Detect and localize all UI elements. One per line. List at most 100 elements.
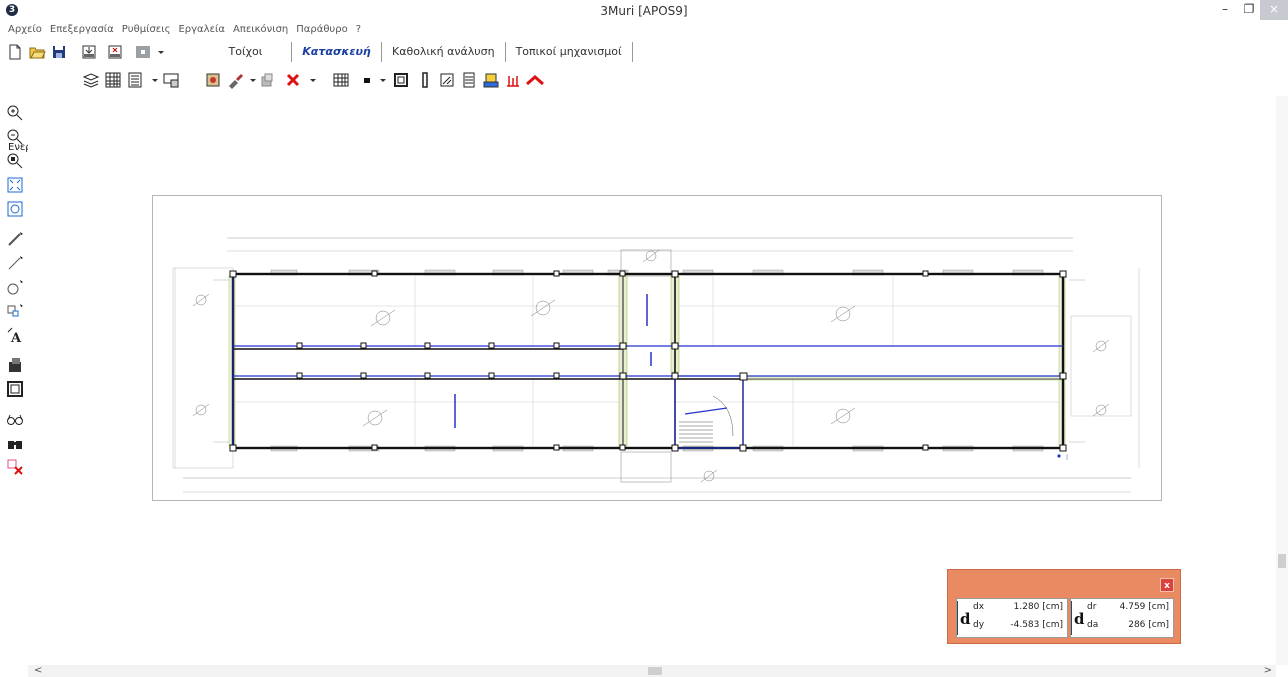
minimize-button[interactable]: –: [1212, 0, 1238, 20]
coordinate-readout-panel: x d dx 1.280 [cm] dy -4.583 [cm] d dr 4.…: [947, 569, 1181, 644]
delta-polar-box: d dr 4.759 [cm] da 286 [cm]: [1070, 598, 1174, 638]
zoom-refresh-icon[interactable]: [6, 200, 24, 218]
fill-icon[interactable]: [6, 356, 24, 374]
copy-icon[interactable]: [258, 71, 276, 89]
chevron-down-icon[interactable]: [152, 43, 164, 61]
menu-tools[interactable]: Εργαλεία: [174, 22, 228, 38]
tab-construction[interactable]: Κατασκευή: [292, 42, 382, 62]
outer-walls: [231, 272, 1065, 450]
menu-bar: Αρχείο Επεξεργασία Ρυθμίσεις Εργαλεία Απ…: [0, 22, 365, 38]
scroll-left-button[interactable]: <: [34, 665, 42, 676]
wall-nodes: [229, 270, 1067, 452]
brush-icon[interactable]: [226, 71, 244, 89]
binoculars-icon[interactable]: [6, 434, 24, 452]
window-title: 3Muri [APOS9]: [600, 4, 688, 18]
draw-line-icon[interactable]: [6, 230, 24, 248]
svg-text:A: A: [10, 331, 22, 344]
divider: [1071, 601, 1072, 635]
chevron-down-icon[interactable]: [374, 71, 386, 89]
menu-settings[interactable]: Ρυθμίσεις: [118, 22, 175, 38]
wing-outline: [172, 267, 234, 469]
text-icon[interactable]: A: [6, 326, 24, 346]
close-window-button[interactable]: ×: [1260, 0, 1288, 20]
vertical-scroll-thumb[interactable]: [1278, 554, 1286, 568]
app-window: 3 3Muri [APOS9] – ❐ × Αρχείο Επεξεργασία…: [0, 0, 1288, 677]
wing-outline: [1070, 315, 1132, 417]
grid-table-icon[interactable]: [104, 71, 122, 89]
tower-outline: [620, 451, 672, 483]
maximize-button[interactable]: ❐: [1236, 0, 1262, 20]
delta-symbol: d: [1074, 610, 1085, 628]
menu-edit[interactable]: Επεξεργασία: [46, 22, 118, 38]
column-icon[interactable]: [416, 71, 434, 89]
construction-toolbar: Ενεργή στάθμη: [0, 68, 1288, 153]
origin-marker: [1057, 454, 1061, 458]
dr-label: dr: [1087, 602, 1097, 612]
floor-plan-drawing[interactable]: [153, 196, 1161, 500]
delta-symbol: d: [960, 610, 971, 628]
da-label: da: [1087, 620, 1099, 630]
divider: [957, 601, 958, 635]
zoom-out-icon[interactable]: [6, 128, 24, 146]
vertical-scrollbar[interactable]: [1276, 96, 1288, 665]
dx-label: dx: [973, 602, 985, 612]
tower-outline: [620, 249, 672, 277]
lintel-group: [270, 269, 1044, 452]
floor-icon[interactable]: [482, 71, 500, 89]
stair-arrow: [684, 407, 728, 415]
dy-label: dy: [973, 620, 985, 630]
tab-global-analysis[interactable]: Καθολική ανάλυση: [382, 42, 506, 62]
mode-tabs: Τοίχοι Κατασκευή Καθολική ανάλυση Τοπικο…: [200, 42, 633, 64]
annotation-ticks: [213, 279, 1085, 460]
color-picker-icon[interactable]: [134, 43, 152, 61]
readout-close-button[interactable]: x: [1160, 578, 1174, 592]
dr-value: 4.759 [cm]: [1119, 602, 1169, 612]
open-folder-icon[interactable]: [28, 43, 46, 61]
menu-file[interactable]: Αρχείο: [4, 22, 46, 38]
chevron-down-icon[interactable]: [304, 71, 316, 89]
tab-walls[interactable]: Τοίχοι: [200, 42, 292, 62]
levels-icon[interactable]: [82, 71, 100, 89]
list-icon[interactable]: [126, 71, 144, 89]
scroll-right-button[interactable]: >: [1264, 665, 1272, 676]
level-view-icon[interactable]: [162, 71, 180, 89]
wall-block-icon[interactable]: [204, 71, 222, 89]
chevron-down-icon[interactable]: [146, 71, 158, 89]
stair-core: [674, 375, 744, 449]
delta-xy-box: d dx 1.280 [cm] dy -4.583 [cm]: [956, 598, 1068, 638]
drawing-sheet[interactable]: [152, 195, 1162, 501]
new-file-icon[interactable]: [6, 43, 24, 61]
delete-icon[interactable]: [284, 71, 302, 89]
delete-selection-icon[interactable]: [6, 458, 24, 476]
foundation-icon[interactable]: [504, 71, 522, 89]
horizontal-scrollbar[interactable]: < >: [28, 665, 1276, 677]
polyline-icon[interactable]: [6, 254, 24, 272]
frame-icon[interactable]: [392, 71, 410, 89]
export-dxf-icon[interactable]: [106, 43, 124, 61]
circle-icon[interactable]: [6, 278, 24, 296]
frame-icon[interactable]: [6, 380, 24, 398]
zoom-window-icon[interactable]: [6, 152, 24, 170]
hatch-icon[interactable]: [332, 71, 350, 89]
save-icon[interactable]: [50, 43, 68, 61]
main-toolbar: [0, 40, 1288, 66]
section-icon[interactable]: [438, 71, 456, 89]
chevron-down-icon[interactable]: [244, 71, 256, 89]
glasses-icon[interactable]: [6, 410, 24, 428]
menu-window[interactable]: Παράθυρο: [292, 22, 351, 38]
tab-local-mechanisms[interactable]: Τοπικοί μηχανισμοί: [506, 42, 633, 62]
menu-help[interactable]: ?: [352, 22, 365, 38]
layers-icon[interactable]: [460, 71, 478, 89]
import-dxf-icon[interactable]: [80, 43, 98, 61]
stair-treads: [679, 395, 734, 443]
da-value: 286 [cm]: [1128, 620, 1169, 630]
roof-icon[interactable]: [526, 71, 544, 89]
rectangle-icon[interactable]: [6, 302, 24, 320]
dx-value: 1.280 [cm]: [1013, 602, 1063, 612]
left-toolbar: A: [0, 100, 26, 660]
dy-value: -4.583 [cm]: [1010, 620, 1063, 630]
zoom-extents-icon[interactable]: [6, 176, 24, 194]
menu-view[interactable]: Απεικόνιση: [229, 22, 292, 38]
horizontal-scroll-thumb[interactable]: [648, 667, 662, 675]
zoom-in-icon[interactable]: [6, 104, 24, 122]
